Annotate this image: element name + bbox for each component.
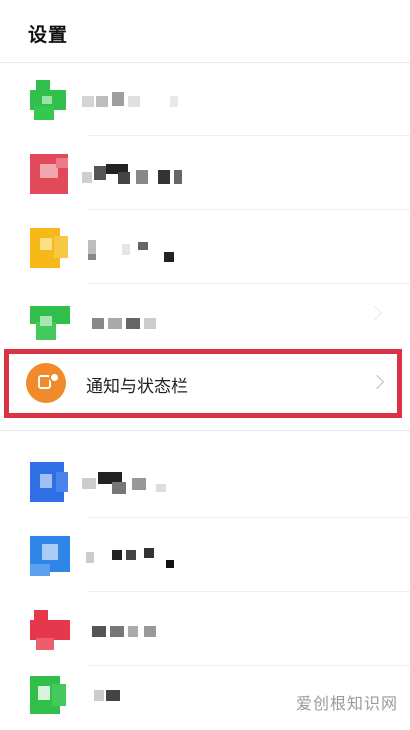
notification-status-bar-label[interactable]: 通知与状态栏 xyxy=(86,372,188,397)
page-title: 设置 xyxy=(28,24,69,46)
obscured-label xyxy=(82,238,192,262)
notification-icon xyxy=(26,363,66,403)
obscured-label xyxy=(82,90,192,112)
light-blue-app-icon xyxy=(30,536,70,576)
settings-item-2[interactable] xyxy=(0,136,410,210)
section-divider xyxy=(0,430,410,431)
green-app-icon xyxy=(30,674,70,714)
settings-item-4[interactable] xyxy=(0,284,410,358)
obscured-label xyxy=(82,472,192,494)
settings-item-1[interactable] xyxy=(0,62,410,136)
settings-item-5[interactable] xyxy=(0,444,410,518)
chevron-right-icon xyxy=(367,305,383,321)
red-app-icon xyxy=(30,154,70,194)
settings-item-7[interactable] xyxy=(0,592,410,666)
watermark-text: 爱创根知识网 xyxy=(295,694,398,713)
yellow-app-icon xyxy=(30,228,70,268)
obscured-label xyxy=(82,312,192,334)
blue-app-icon xyxy=(30,462,70,502)
obscured-label xyxy=(82,684,192,706)
obscured-label xyxy=(82,164,192,186)
obscured-label xyxy=(82,546,192,568)
header: 设置 xyxy=(0,0,410,63)
obscured-label xyxy=(82,620,192,642)
green-app-icon xyxy=(30,80,70,120)
settings-item-3[interactable] xyxy=(0,210,410,284)
green-app-icon xyxy=(30,302,70,342)
red-app-icon xyxy=(30,610,70,650)
settings-item-6[interactable] xyxy=(0,518,410,592)
